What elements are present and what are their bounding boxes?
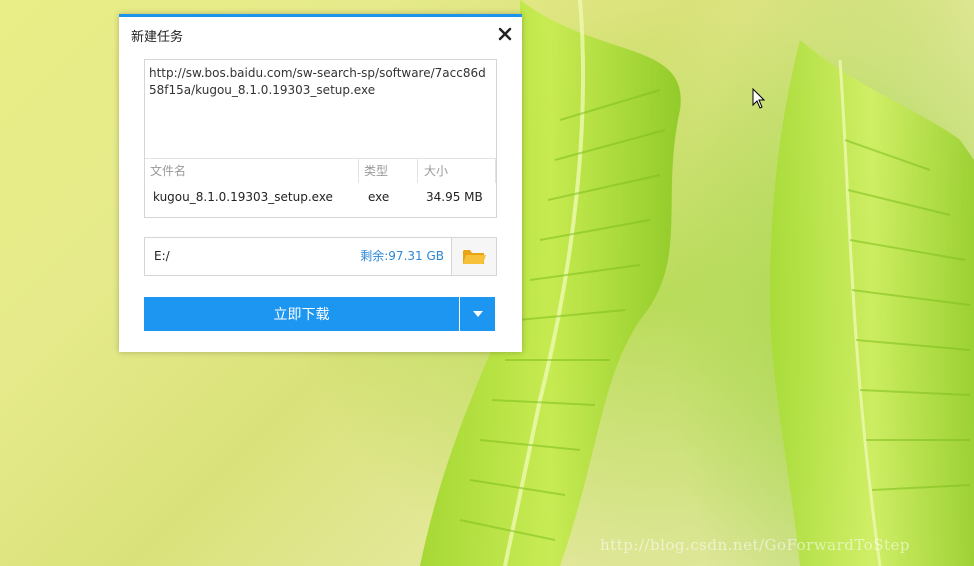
file-list-row[interactable]: kugou_8.1.0.19303_setup.exe exe 34.95 MB — [145, 185, 496, 209]
close-icon — [498, 27, 512, 41]
close-button[interactable] — [494, 23, 516, 45]
download-now-button[interactable]: 立即下载 — [144, 297, 459, 331]
url-textarea[interactable]: http://sw.bos.baidu.com/sw-search-sp/sof… — [149, 65, 489, 99]
free-space-label: 剩余:97.31 GB — [360, 249, 444, 263]
chevron-down-icon — [472, 311, 483, 317]
column-divider — [358, 159, 359, 183]
file-name-cell: kugou_8.1.0.19303_setup.exe — [153, 190, 333, 204]
download-options-dropdown[interactable] — [460, 297, 495, 331]
mouse-cursor-icon — [752, 88, 766, 109]
column-divider — [495, 159, 496, 183]
desktop-background: http://blog.csdn.net/GoForwardToStep 新建任… — [0, 0, 974, 566]
new-task-dialog: 新建任务 http://sw.bos.baidu.com/sw-search-s… — [119, 14, 522, 352]
folder-icon — [463, 249, 486, 264]
file-list-header: 文件名 类型 大小 — [145, 158, 496, 183]
watermark-text: http://blog.csdn.net/GoForwardToStep — [600, 536, 911, 554]
file-size-cell: 34.95 MB — [426, 190, 483, 204]
save-path-text[interactable]: E:/ — [154, 238, 170, 275]
file-type-cell: exe — [368, 190, 390, 204]
dialog-title: 新建任务 — [131, 30, 184, 45]
task-url-area[interactable]: http://sw.bos.baidu.com/sw-search-sp/sof… — [144, 59, 497, 218]
column-header-name: 文件名 — [150, 164, 187, 178]
column-header-size: 大小 — [424, 164, 449, 178]
column-divider — [417, 159, 418, 183]
browse-folder-button[interactable] — [451, 238, 496, 275]
column-header-type: 类型 — [364, 164, 389, 178]
save-path-field[interactable]: E:/ 剩余:97.31 GB — [144, 237, 497, 276]
